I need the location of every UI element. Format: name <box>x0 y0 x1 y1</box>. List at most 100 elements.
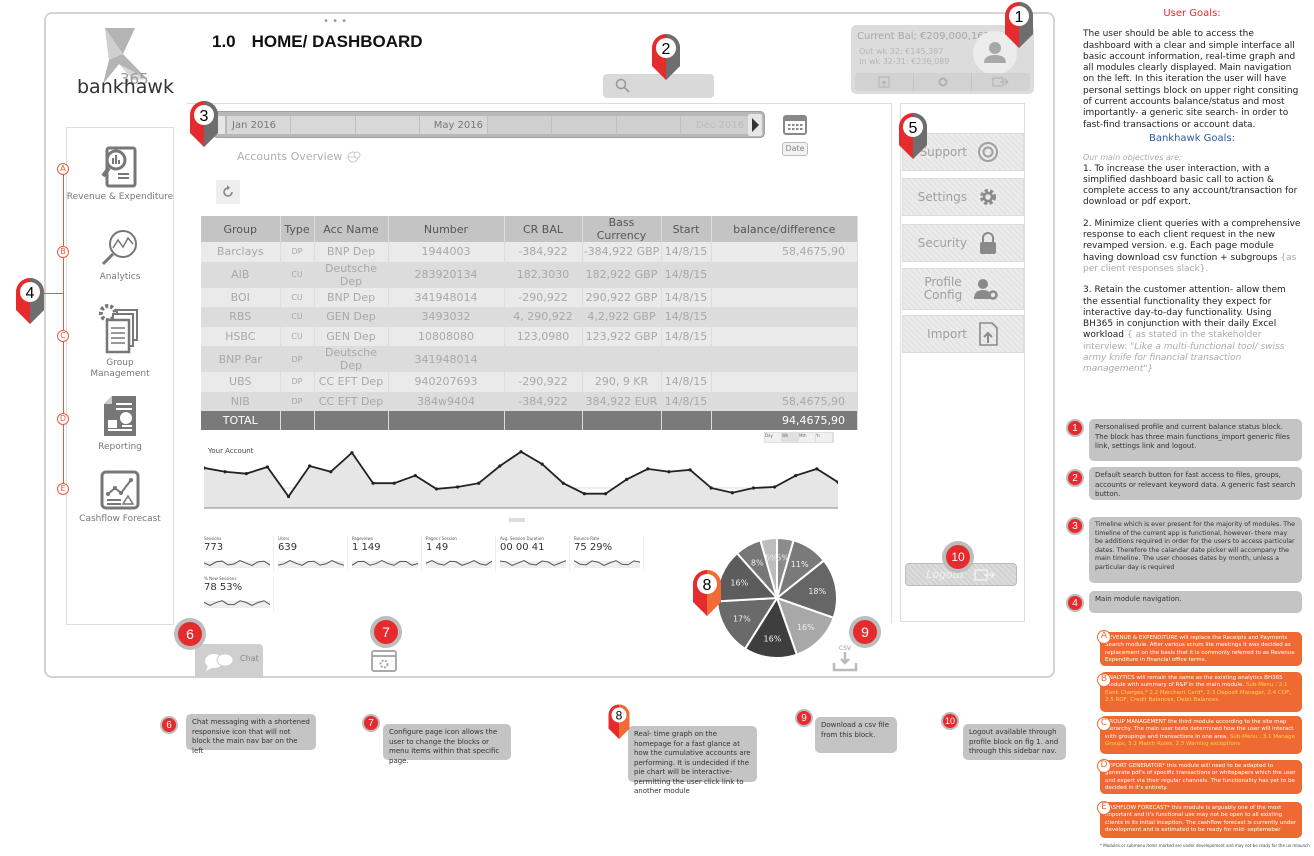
logout-icon <box>974 568 995 581</box>
chat-button[interactable]: Chat <box>195 644 263 678</box>
col-balance-difference[interactable]: balance/difference <box>711 216 858 242</box>
nav-item-cashflow-forecast[interactable]: Cashflow Forecast <box>66 470 174 525</box>
note-2: Default search button for fast access to… <box>1089 467 1302 500</box>
table-cell: 3493032 <box>388 307 505 327</box>
table-row[interactable]: NIB DP CC EFT Dep 384w9404 -384,922 384,922 E… <box>201 391 858 411</box>
note-9-badge: 9 <box>795 709 813 727</box>
table-cell <box>711 326 858 346</box>
kpi-sparkline <box>277 559 345 568</box>
timeline-month-selected[interactable]: May 2016 <box>419 116 488 134</box>
table-cell: 14/8/15 <box>661 261 712 288</box>
table-cell <box>711 287 858 307</box>
table-row[interactable]: RBS CU GEN Dep 3493032 4, 290,922 4,2,922 GBP… <box>201 307 858 327</box>
note-1: Personalised profile and current balance… <box>1089 419 1302 461</box>
logout-button[interactable] <box>972 73 1030 91</box>
line-chart-point <box>434 487 439 491</box>
table-row[interactable]: BOI CU BNP Dep 341948014 -290,922 290,922 GBP… <box>201 287 858 307</box>
note-1-badge: 1 <box>1066 419 1084 437</box>
right-nav-security[interactable]: Security <box>902 224 1024 262</box>
nav-label-reporting: Reporting <box>98 442 142 452</box>
right-nav-settings[interactable]: Settings <box>902 178 1024 216</box>
callout-badge-6: 6 <box>174 618 206 650</box>
timeline-month[interactable] <box>488 116 553 134</box>
note-4: Main module navigation. <box>1089 591 1302 613</box>
date-button[interactable]: Date <box>782 142 808 156</box>
svg-text:8: 8 <box>703 577 712 594</box>
module-letter-b: B <box>1097 673 1111 687</box>
timeline-month[interactable] <box>552 116 617 134</box>
timeline-month[interactable]: Dec 2016 <box>681 116 749 134</box>
table-cell: 341948014 <box>388 287 505 307</box>
table-row[interactable]: HSBC CU GEN Dep 10808080 123,0980 123,922 GBP… <box>201 326 858 346</box>
configure-page-icon[interactable] <box>371 650 397 672</box>
table-row[interactable]: UBS DP CC EFT Dep 940207693 -290,922 290, 9 K… <box>201 372 858 392</box>
table-cell: CU <box>280 287 315 307</box>
refresh-button[interactable] <box>216 180 240 204</box>
col-type[interactable]: Type <box>280 216 315 242</box>
nav-item-reporting[interactable]: Reporting <box>66 394 174 453</box>
svg-text:3: 3 <box>200 108 209 125</box>
timeline-month[interactable] <box>355 116 420 134</box>
title-dots: • • • <box>323 16 348 27</box>
table-cell: GEN Dep <box>314 326 389 346</box>
timeline-month[interactable] <box>617 116 681 134</box>
chevron-right-icon <box>752 118 759 132</box>
timeline-next-button[interactable] <box>748 114 762 136</box>
csv-download-button[interactable]: CSV <box>832 645 858 676</box>
table-cell: 14/8/15 <box>661 242 712 262</box>
col-number[interactable]: Number <box>388 216 505 242</box>
in-week: In wk 32-31: €236,089 <box>859 57 950 66</box>
table-row[interactable]: AIB CU Deutsche Dep 283920134 182,3030 182,92… <box>201 261 858 288</box>
reporting-icon <box>104 396 136 436</box>
kpi-card[interactable]: Avg. Session Duration 00 00 41 <box>499 536 570 572</box>
nav-item-group-management[interactable]: Group Management <box>66 302 174 380</box>
kpi-card[interactable]: Sessions 773 <box>203 536 274 572</box>
download-icon <box>832 652 858 672</box>
nav-item-analytics[interactable]: Analytics <box>66 228 174 283</box>
kpi-card[interactable]: Users 639 <box>277 536 348 572</box>
callout-pin-3: 3 <box>188 99 220 149</box>
table-row[interactable]: BNP Par DP Deutsche Dep 341948014 <box>201 346 858 372</box>
table-cell: 341948014 <box>388 346 505 372</box>
note-10: Logout available through profile block o… <box>963 724 1066 760</box>
timeline[interactable]: Jan 2016 May 2016 Dec 2016 <box>212 111 765 138</box>
line-chart-point <box>582 492 586 496</box>
logout-icon <box>992 77 1009 87</box>
kpi-card[interactable]: Pages / Session 1 49 <box>425 536 496 572</box>
user-gear-icon <box>974 279 998 300</box>
revenue-report-icon <box>101 146 137 188</box>
table-cell: -384,922 <box>504 391 583 411</box>
import-button[interactable] <box>855 73 914 91</box>
kpi-card[interactable]: Pageviews 1 149 <box>351 536 422 572</box>
table-cell: CU <box>280 326 315 346</box>
kpi-sparkline <box>425 559 493 568</box>
right-nav-import[interactable]: Import <box>902 315 1024 353</box>
kpi-card[interactable]: % New Sessions 78 53% <box>203 576 274 612</box>
right-nav-profile-config[interactable]: Profile Config <box>902 268 1024 310</box>
col-bass-currency[interactable]: Bass Currency <box>582 216 662 242</box>
col-start[interactable]: Start <box>661 216 712 242</box>
kpi-value: 00 00 41 <box>500 542 545 553</box>
accounts-pie-chart[interactable]: 5%11%18%16%16%17%16%8%5% <box>713 534 841 662</box>
line-chart-point <box>456 485 460 489</box>
table-cell: BOI <box>201 287 281 307</box>
table-cell: DP <box>280 346 315 372</box>
pie-slice-label: 16% <box>764 635 782 644</box>
lifebuoy-icon <box>978 142 998 162</box>
table-row[interactable]: Barclays DP BNP Dep 1944003 -384,922 -384,922… <box>201 242 858 262</box>
accounts-overview-label: Accounts Overview <box>237 150 343 163</box>
kpi-card[interactable]: Bounce Rate 75 29% <box>573 536 644 572</box>
callout-9-number: 9 <box>853 620 877 644</box>
line-chart-point <box>371 481 375 485</box>
settings-button[interactable] <box>914 73 973 91</box>
note-8-pin: 8 <box>607 703 631 741</box>
nav-item-revenue-expenditure[interactable]: Revenue & Expenditure <box>66 146 174 203</box>
timeline-month[interactable]: Jan 2016 <box>227 116 292 134</box>
account-line-chart[interactable] <box>204 436 838 526</box>
col-group[interactable]: Group <box>201 216 281 242</box>
col-acc-name[interactable]: Acc Name <box>314 216 389 242</box>
note-8: Real- time graph on the homepage for a f… <box>628 726 757 795</box>
calendar-icon[interactable] <box>782 112 808 136</box>
col-cr-bal[interactable]: CR BAL <box>504 216 583 242</box>
timeline-month[interactable] <box>291 116 356 134</box>
